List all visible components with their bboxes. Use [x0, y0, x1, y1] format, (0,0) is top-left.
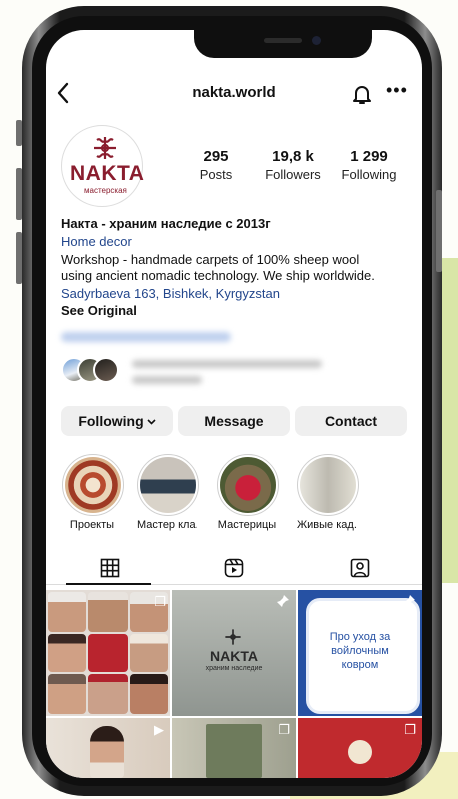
- highlight-label: Мастерицы: [217, 519, 277, 531]
- followed-by-text-blurred: [132, 360, 322, 368]
- highlight-live-frames[interactable]: Живые кад...: [297, 454, 359, 531]
- chevron-down-icon: [147, 413, 156, 429]
- more-icon[interactable]: •••: [386, 80, 408, 101]
- phone-mute-switch: [16, 120, 22, 146]
- nakta-logo-mark-icon: [92, 135, 118, 161]
- stat-followers[interactable]: 19,8 k Followers: [253, 148, 333, 182]
- logo-text: NAKTA: [70, 162, 145, 185]
- video-icon: ▶: [154, 722, 164, 737]
- highlight-craftswomen[interactable]: Мастерицы: [217, 454, 279, 531]
- post-brand: NAKTA: [210, 648, 258, 664]
- logo-subtitle: мастерская: [84, 186, 127, 195]
- multi-post-icon: ❐: [404, 722, 416, 737]
- grid-post-4[interactable]: ▶: [46, 718, 170, 778]
- phone-screen: nakta.world ••• NAKTA мастерская 295 Pos…: [46, 30, 422, 778]
- multi-post-icon: ❐: [278, 722, 290, 737]
- stat-posts-value: 295: [203, 148, 229, 165]
- follower-avatar: [93, 357, 119, 383]
- profile-bio: Workshop - handmade carpets of 100% shee…: [61, 252, 411, 284]
- bio-line-2: using ancient nomadic technology. We shi…: [61, 268, 375, 283]
- following-button[interactable]: Following: [61, 406, 173, 436]
- profile-name: Накта - храним наследие с 2013г: [61, 216, 271, 231]
- stat-posts[interactable]: 295 Posts: [176, 148, 256, 182]
- post-caption: Про уход за войлочным ковром: [298, 630, 422, 672]
- highlight-masterclass[interactable]: Мастер кла...: [137, 454, 199, 531]
- tagged-icon[interactable]: [350, 558, 370, 578]
- stat-posts-label: Posts: [199, 167, 233, 182]
- tab-selected-indicator: [66, 583, 151, 585]
- highlight-cover: [220, 457, 276, 513]
- profile-category[interactable]: Home decor: [61, 234, 132, 249]
- reels-icon[interactable]: [224, 558, 244, 578]
- grid-post-5[interactable]: ❐: [172, 718, 296, 778]
- post-brand-sub: храним наследие: [205, 665, 263, 672]
- stat-following[interactable]: 1 299 Following: [329, 148, 409, 182]
- highlight-cover: [140, 457, 196, 513]
- stat-following-value: 1 299: [350, 148, 388, 165]
- pin-icon: [402, 594, 416, 611]
- phone-volume-up: [16, 168, 22, 220]
- phone-volume-down: [16, 232, 22, 284]
- stat-followers-value: 19,8 k: [272, 148, 314, 165]
- grid-icon[interactable]: [100, 558, 120, 578]
- highlight-label: Проекты: [69, 519, 115, 531]
- multi-post-icon: ❐: [154, 594, 166, 609]
- post-caption-line: ковром: [341, 659, 379, 671]
- followed-by-avatars[interactable]: [61, 357, 131, 383]
- following-label: Following: [78, 413, 144, 429]
- stat-following-label: Following: [341, 167, 397, 182]
- grid-post-1[interactable]: ❐: [46, 590, 170, 716]
- bio-line-1: Workshop - handmade carpets of 100% shee…: [61, 252, 360, 267]
- profile-link-blurred[interactable]: [61, 332, 231, 342]
- see-original-link[interactable]: See Original: [61, 303, 137, 318]
- highlight-cover: [300, 457, 356, 513]
- highlight-cover: [65, 457, 121, 513]
- grid-post-6[interactable]: ❐: [298, 718, 422, 778]
- pin-icon: [276, 594, 290, 611]
- notch: [194, 30, 372, 58]
- highlight-projects[interactable]: Проекты: [62, 454, 124, 531]
- post-caption-line: Про уход за: [329, 631, 391, 643]
- highlight-label: Мастер кла...: [137, 519, 197, 531]
- phone-power-button: [436, 190, 442, 272]
- grid-post-3[interactable]: Про уход за войлочным ковром: [298, 590, 422, 716]
- followed-by-text-blurred: [132, 376, 202, 384]
- highlight-label: Живые кад...: [297, 519, 357, 531]
- grid-post-2[interactable]: NAKTA храним наследие: [172, 590, 296, 716]
- message-button[interactable]: Message: [178, 406, 290, 436]
- profile-address[interactable]: Sadyrbaeva 163, Bishkek, Kyrgyzstan: [61, 286, 280, 301]
- bell-icon[interactable]: [350, 82, 374, 106]
- contact-button[interactable]: Contact: [295, 406, 407, 436]
- stat-followers-label: Followers: [265, 167, 321, 182]
- post-caption-line: войлочным: [331, 645, 389, 657]
